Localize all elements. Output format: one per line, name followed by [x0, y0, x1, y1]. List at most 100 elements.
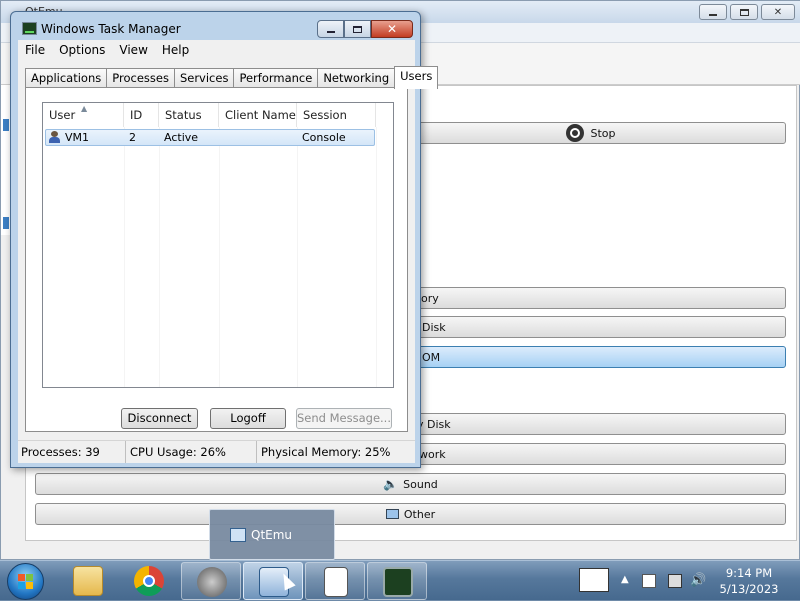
- cell-status: Active: [164, 131, 199, 144]
- column-gridline: [124, 127, 125, 387]
- sort-ascending-icon: ▲: [81, 104, 88, 113]
- send-message-button[interactable]: Send Message...: [296, 408, 392, 429]
- list-selection-marker: [3, 119, 9, 131]
- column-header-id[interactable]: ID: [124, 103, 159, 127]
- tab-networking[interactable]: Networking: [317, 68, 396, 88]
- status-processes: Processes: 39: [18, 441, 126, 463]
- menu-file[interactable]: File: [18, 40, 52, 60]
- tab-users[interactable]: Users: [394, 66, 439, 89]
- hard-disk-label: Disk: [422, 320, 446, 334]
- logoff-button[interactable]: Logoff: [210, 408, 286, 429]
- thumbnail-label: QtEmu: [251, 528, 293, 542]
- task-manager-client: File Options View Help Applications Proc…: [18, 40, 439, 463]
- network-button[interactable]: work: [396, 443, 786, 465]
- cdrom-label: OM: [422, 350, 441, 364]
- status-physical-memory: Physical Memory: 25%: [261, 445, 391, 459]
- menu-view[interactable]: View: [112, 40, 154, 60]
- user-icon: [48, 131, 62, 143]
- document-icon: [324, 567, 348, 597]
- menu-help[interactable]: Help: [155, 40, 196, 60]
- disconnect-button[interactable]: Disconnect: [121, 408, 198, 429]
- network-icon[interactable]: [668, 574, 682, 588]
- folder-icon: [73, 566, 103, 596]
- users-list-header: ▲ User ID Status Client Name Session: [43, 103, 393, 127]
- users-list[interactable]: ▲ User ID Status Client Name Session VM1: [42, 102, 394, 388]
- tab-services[interactable]: Services: [173, 68, 235, 88]
- tm-minimize-button[interactable]: [317, 20, 344, 38]
- maximize-button[interactable]: [730, 4, 758, 20]
- clock-time: 9:14 PM: [725, 566, 773, 580]
- hard-disk-button[interactable]: Disk: [396, 316, 786, 338]
- tablet-input-icon[interactable]: [579, 568, 609, 592]
- clock-date: 5/13/2023: [719, 582, 779, 596]
- list-selection-marker: [3, 217, 9, 229]
- stop-icon: [566, 124, 585, 142]
- column-header-session[interactable]: Session: [297, 103, 376, 127]
- tab-performance[interactable]: Performance: [233, 68, 319, 88]
- menu-options[interactable]: Options: [52, 40, 112, 60]
- status-cpu-usage: CPU Usage: 26%: [126, 441, 257, 463]
- floppy-label: y Disk: [417, 417, 451, 431]
- stop-label: Stop: [590, 126, 616, 140]
- restore-icon: [739, 8, 749, 16]
- network-label: work: [419, 447, 446, 461]
- tm-statusbar: Processes: 39 CPU Usage: 26% Physical Me…: [18, 440, 415, 463]
- column-gridline: [219, 127, 220, 387]
- task-manager-icon: [22, 22, 37, 35]
- sound-button[interactable]: 🔈 Sound: [35, 473, 786, 495]
- column-gridline: [297, 127, 298, 387]
- tab-processes[interactable]: Processes: [106, 68, 175, 88]
- users-tab-pane: ▲ User ID Status Client Name Session VM1: [25, 87, 408, 432]
- windows-logo-icon: [18, 574, 34, 590]
- monitor-icon: [385, 509, 399, 519]
- column-header-client-name[interactable]: Client Name: [219, 103, 297, 127]
- cell-client-name: [220, 130, 298, 145]
- qtemu-icon: [230, 528, 246, 542]
- taskbar-notepad[interactable]: [305, 562, 365, 600]
- task-manager-window: Windows Task Manager ✕ File Options View…: [10, 11, 439, 468]
- tm-maximize-button[interactable]: [344, 20, 371, 38]
- column-session-label: Session: [303, 108, 347, 122]
- clock[interactable]: 9:14 PM 5/13/2023: [713, 565, 785, 597]
- taskbar-thumbnail[interactable]: QtEmu: [209, 509, 335, 560]
- taskbar: ▲ 🔊 9:14 PM 5/13/2023: [0, 560, 800, 600]
- tm-close-button[interactable]: ✕: [371, 20, 413, 38]
- column-user-label: User: [49, 108, 76, 122]
- other-button[interactable]: Other: [35, 503, 786, 525]
- column-header-user[interactable]: ▲ User: [43, 103, 124, 127]
- table-row[interactable]: VM1 2 Active Console: [45, 129, 375, 146]
- task-manager-title: Windows Task Manager: [41, 22, 181, 36]
- stop-button[interactable]: Stop: [396, 122, 786, 144]
- minimize-icon: [326, 30, 335, 33]
- taskbar-chrome[interactable]: [119, 562, 179, 600]
- cdrom-button[interactable]: OM: [396, 346, 786, 368]
- sound-label: Sound: [403, 477, 438, 491]
- minimize-icon: [709, 14, 717, 16]
- show-hidden-icons-icon[interactable]: ▲: [621, 574, 635, 588]
- volume-icon[interactable]: 🔊: [690, 574, 706, 588]
- chrome-icon: [134, 566, 164, 596]
- action-center-icon[interactable]: [642, 574, 656, 588]
- start-button[interactable]: [7, 563, 44, 600]
- speaker-icon: 🔈: [383, 477, 399, 491]
- column-gridline: [376, 127, 377, 387]
- tab-strip: Applications Processes Services Performa…: [25, 66, 439, 89]
- taskbar-app-1[interactable]: [181, 562, 241, 600]
- app-icon: [197, 567, 227, 597]
- taskbar-explorer[interactable]: [58, 562, 118, 600]
- floppy-disk-button[interactable]: y Disk: [396, 413, 786, 435]
- close-button[interactable]: ✕: [761, 4, 795, 20]
- column-header-status[interactable]: Status: [159, 103, 219, 127]
- tab-applications[interactable]: Applications: [25, 68, 108, 88]
- close-icon: ✕: [386, 22, 398, 36]
- tm-menubar: File Options View Help: [18, 40, 415, 60]
- other-label: Other: [403, 507, 436, 521]
- memory-label: ory: [421, 291, 439, 305]
- column-status-label: Status: [165, 108, 202, 122]
- memory-button[interactable]: ory: [396, 287, 786, 309]
- cell-id: 2: [129, 131, 136, 144]
- minimize-button[interactable]: [699, 4, 727, 20]
- column-client-name-label: Client Name: [225, 108, 296, 122]
- taskbar-task-manager[interactable]: [367, 562, 427, 600]
- cell-user-text: VM1: [65, 131, 90, 144]
